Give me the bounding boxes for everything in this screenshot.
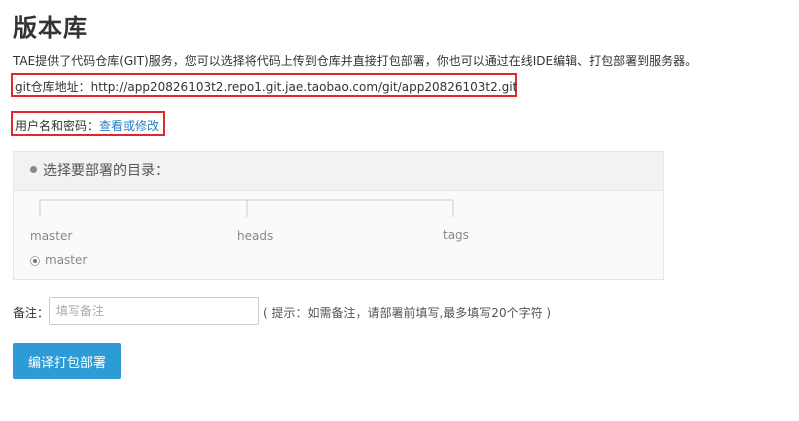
view-or-edit-credentials-link[interactable]: 查看或修改 — [99, 119, 159, 133]
git-repo-url: http://app20826103t2.repo1.git.jae.taoba… — [90, 80, 518, 94]
credentials-label: 用户名和密码： — [15, 119, 100, 133]
page-description: TAE提供了代码仓库(GIT)服务，您可以选择将代码上传到仓库并直接打包部署，你… — [13, 54, 698, 68]
page-title: 版本库 — [13, 14, 88, 42]
directory-panel-header: 选择要部署的目录： — [14, 152, 663, 191]
remark-label: 备注： — [13, 306, 50, 320]
remark-hint: ( 提示：如需备注，请部署前填写,最多填写20个字符 ) — [263, 306, 552, 320]
directory-tree-lines — [39, 199, 454, 217]
git-repo-label: git仓库地址： — [15, 80, 91, 94]
tree-node-tags[interactable]: tags — [443, 228, 469, 242]
build-package-deploy-button[interactable]: 编译打包部署 — [13, 343, 121, 379]
remark-input[interactable] — [49, 297, 259, 325]
credentials-row: 用户名和密码：查看或修改 — [11, 111, 165, 136]
directory-option-label: master — [45, 253, 88, 267]
git-repo-address: git仓库地址：http://app20826103t2.repo1.git.j… — [11, 73, 517, 97]
deploy-directory-panel: 选择要部署的目录： master heads tags master — [13, 151, 664, 280]
tree-node-master[interactable]: master — [30, 229, 72, 243]
tree-node-heads[interactable]: heads — [237, 229, 273, 243]
bullet-icon — [30, 166, 37, 173]
directory-panel-title: 选择要部署的目录： — [43, 163, 169, 179]
radio-selected-icon[interactable] — [30, 256, 40, 266]
directory-option-master[interactable]: master — [30, 253, 87, 267]
